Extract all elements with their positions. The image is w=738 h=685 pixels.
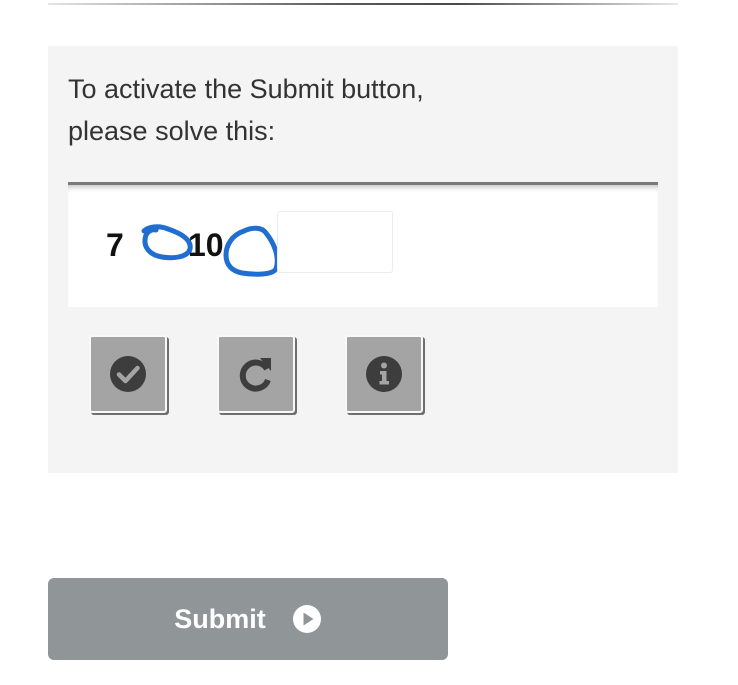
captcha-instructions: To activate the Submit button, please so…	[68, 68, 628, 152]
refresh-button[interactable]	[217, 335, 295, 413]
captcha-panel: To activate the Submit button, please so…	[48, 46, 678, 473]
submit-button[interactable]: Submit	[48, 578, 448, 660]
submit-label: Submit	[174, 603, 266, 634]
top-divider	[48, 3, 678, 5]
refresh-icon	[239, 358, 271, 392]
play-circle-icon	[292, 605, 321, 633]
verify-button[interactable]	[89, 335, 167, 413]
operand-b: 10	[188, 227, 224, 263]
operator-scribble-stroke	[141, 224, 193, 261]
equals-scribble-stroke	[223, 225, 280, 277]
info-circle-icon	[366, 356, 402, 392]
instruction-line-2: please solve this:	[68, 116, 276, 146]
operand-a: 7	[106, 227, 124, 263]
instruction-line-1: To activate the Submit button,	[68, 74, 424, 104]
check-circle-icon	[110, 356, 146, 392]
info-button[interactable]	[345, 335, 423, 413]
math-puzzle: 7 10	[68, 182, 658, 307]
captcha-answer-input[interactable]	[277, 211, 393, 273]
page-root: To activate the Submit button, please so…	[0, 0, 738, 685]
equals-scribble	[223, 225, 280, 277]
